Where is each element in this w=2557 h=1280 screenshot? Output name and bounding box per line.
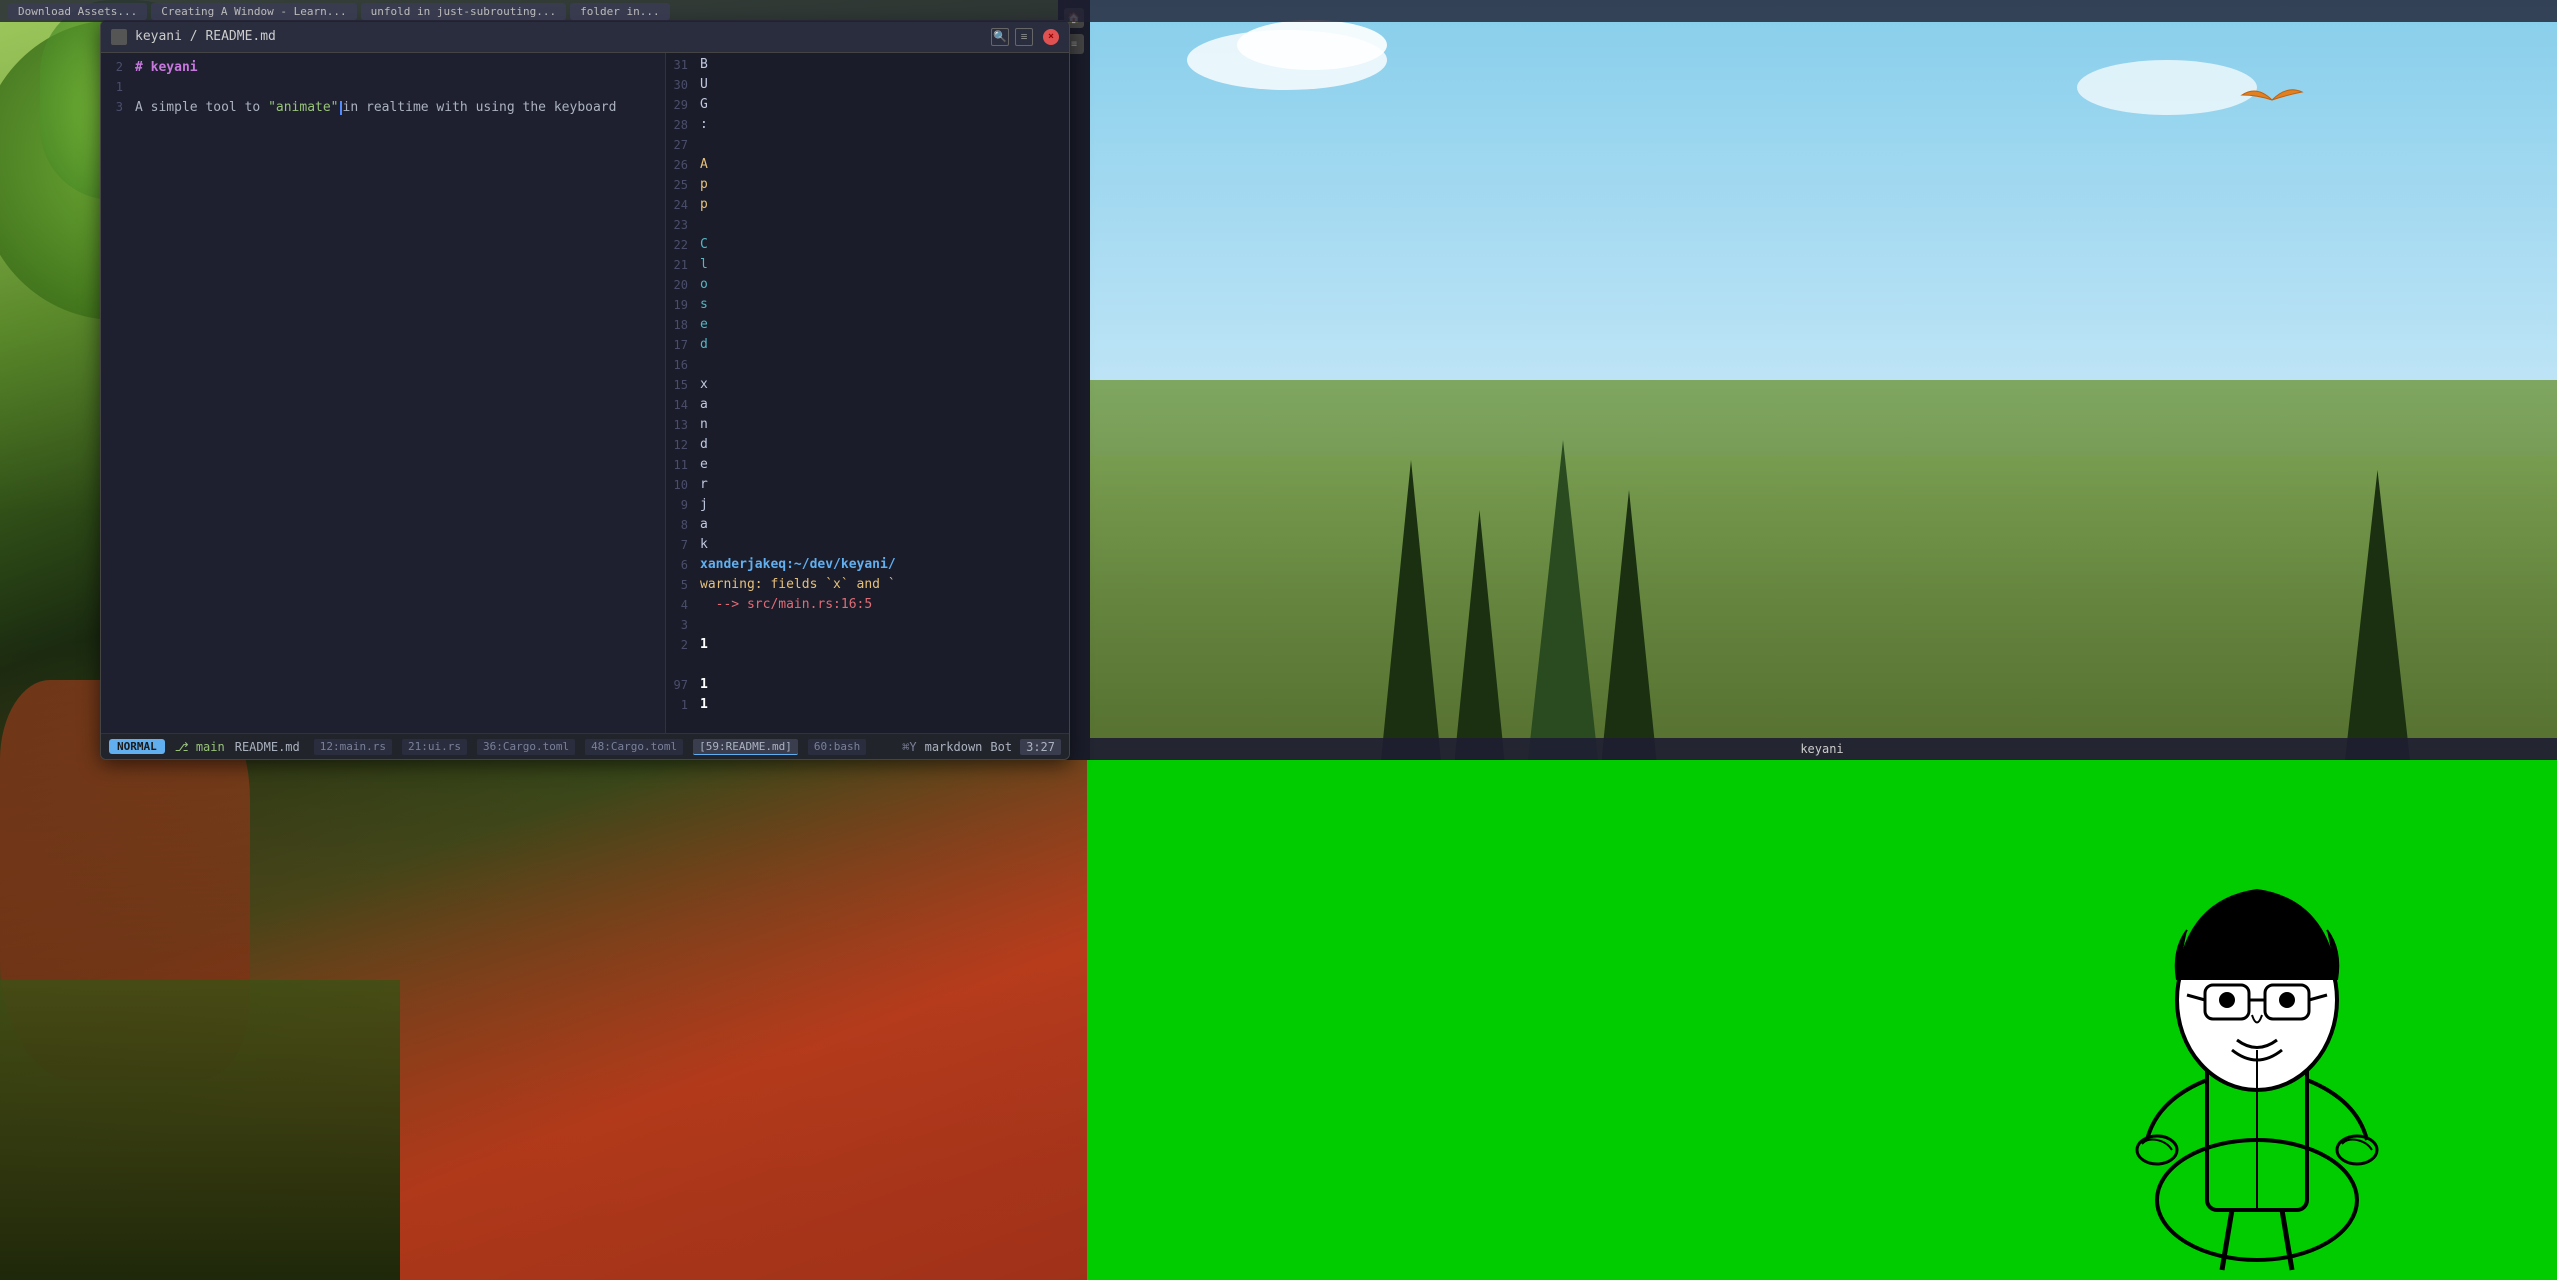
- branch-name: main: [196, 740, 225, 754]
- editor-line: 1: [101, 77, 665, 97]
- editor-title: keyani / README.md: [135, 29, 276, 44]
- term-line: 30U: [666, 75, 1069, 95]
- term-line: 22C: [666, 235, 1069, 255]
- term-line: 9j: [666, 495, 1069, 515]
- taskbar: Download Assets... Creating A Window - L…: [0, 0, 2557, 22]
- language-indicator: markdown: [925, 740, 983, 754]
- branch-icon: ⎇: [175, 740, 189, 754]
- status-right: ⌘Y markdown Bot 3:27: [902, 739, 1061, 755]
- term-line: 31B: [666, 55, 1069, 75]
- term-line: 16: [666, 355, 1069, 375]
- current-file: README.md: [235, 740, 300, 754]
- term-line: 14a: [666, 395, 1069, 415]
- video-bottom: [1087, 760, 2557, 1280]
- taskbar-tab-2[interactable]: Creating A Window - Learn...: [151, 3, 356, 20]
- buffer-tab-6[interactable]: 60:bash: [808, 739, 866, 755]
- term-line: 27: [666, 135, 1069, 155]
- term-line: 4 --> src/main.rs:16:5: [666, 595, 1069, 615]
- editor-line: 2 # keyani: [101, 57, 665, 77]
- term-line: 6xanderjakeq:~/dev/keyani/: [666, 555, 1069, 575]
- titlebar-controls: 🔍 ≡ ×: [991, 28, 1059, 46]
- term-line: 8a: [666, 515, 1069, 535]
- term-line: 3: [666, 615, 1069, 635]
- term-line: 15x: [666, 375, 1069, 395]
- titlebar-left: keyani / README.md: [111, 29, 276, 45]
- bot-label: Bot: [990, 740, 1012, 754]
- term-line: [666, 715, 1069, 733]
- term-line: 25p: [666, 175, 1069, 195]
- right-panel: keyani: [1087, 0, 2557, 1280]
- status-bar: NORMAL ⎇ main README.md 12:main.rs 21:ui…: [101, 733, 1069, 759]
- term-line: 11: [666, 695, 1069, 715]
- video-top: [1087, 0, 2557, 760]
- taskbar-tab-3[interactable]: unfold in just-subrouting...: [361, 3, 566, 20]
- term-line: 20o: [666, 275, 1069, 295]
- git-branch: ⎇ main: [175, 740, 225, 754]
- keyboard-shortcut: ⌘Y: [902, 740, 916, 754]
- buffer-tab-3[interactable]: 36:Cargo.toml: [477, 739, 575, 755]
- term-line: 24p: [666, 195, 1069, 215]
- term-line: 26A: [666, 155, 1069, 175]
- buffer-tab-2[interactable]: 21:ui.rs: [402, 739, 467, 755]
- close-icon: ×: [1048, 31, 1054, 42]
- editor-line: 3 A simple tool to "animate"in realtime …: [101, 97, 665, 117]
- term-line: 21: [666, 635, 1069, 655]
- taskbar-tab-4[interactable]: folder in...: [570, 3, 669, 20]
- editor-right-pane[interactable]: 31B 30U 29G 28: 27 26A 25p 24p 23 22C 21…: [666, 53, 1069, 733]
- buffer-tab-1[interactable]: 12:main.rs: [314, 739, 392, 755]
- editor-body: 2 # keyani 1 3 A simple tool to "animate…: [101, 53, 1069, 733]
- bird-decoration: [2237, 80, 2307, 124]
- buffer-tabs: 12:main.rs 21:ui.rs 36:Cargo.toml 48:Car…: [314, 739, 866, 755]
- search-button[interactable]: 🔍: [991, 28, 1009, 46]
- term-line: 13n: [666, 415, 1069, 435]
- term-line: 17d: [666, 335, 1069, 355]
- term-line: 28:: [666, 115, 1069, 135]
- term-line: 7k: [666, 535, 1069, 555]
- term-line: [666, 655, 1069, 675]
- search-icon: 🔍: [993, 30, 1007, 43]
- character: [2057, 800, 2457, 1280]
- term-line: 11e: [666, 455, 1069, 475]
- buffer-tab-4[interactable]: 48:Cargo.toml: [585, 739, 683, 755]
- term-line: 10r: [666, 475, 1069, 495]
- menu-icon: ≡: [1021, 30, 1028, 43]
- term-line: 12d: [666, 435, 1069, 455]
- close-button[interactable]: ×: [1043, 29, 1059, 45]
- titlebar-icon: [111, 29, 127, 45]
- menu-button[interactable]: ≡: [1015, 28, 1033, 46]
- term-line: 5warning: fields `x` and `: [666, 575, 1069, 595]
- term-line: 18e: [666, 315, 1069, 335]
- editor-main-pane[interactable]: 2 # keyani 1 3 A simple tool to "animate…: [101, 53, 666, 733]
- vim-mode-indicator: NORMAL: [109, 739, 165, 754]
- buffer-tab-5-active[interactable]: [59:README.md]: [693, 739, 798, 755]
- term-line: 971: [666, 675, 1069, 695]
- taskbar-tab-1[interactable]: Download Assets...: [8, 3, 147, 20]
- term-line: 29G: [666, 95, 1069, 115]
- term-line: 23: [666, 215, 1069, 235]
- video-label-text: keyani: [1800, 742, 1843, 756]
- term-line: 21l: [666, 255, 1069, 275]
- editor-titlebar: keyani / README.md 🔍 ≡ ×: [101, 21, 1069, 53]
- term-line: 19s: [666, 295, 1069, 315]
- editor-window: keyani / README.md 🔍 ≡ × 2 # keyani 1: [100, 20, 1070, 760]
- cursor-position: 3:27: [1020, 739, 1061, 755]
- video-label: keyani: [1087, 738, 2557, 760]
